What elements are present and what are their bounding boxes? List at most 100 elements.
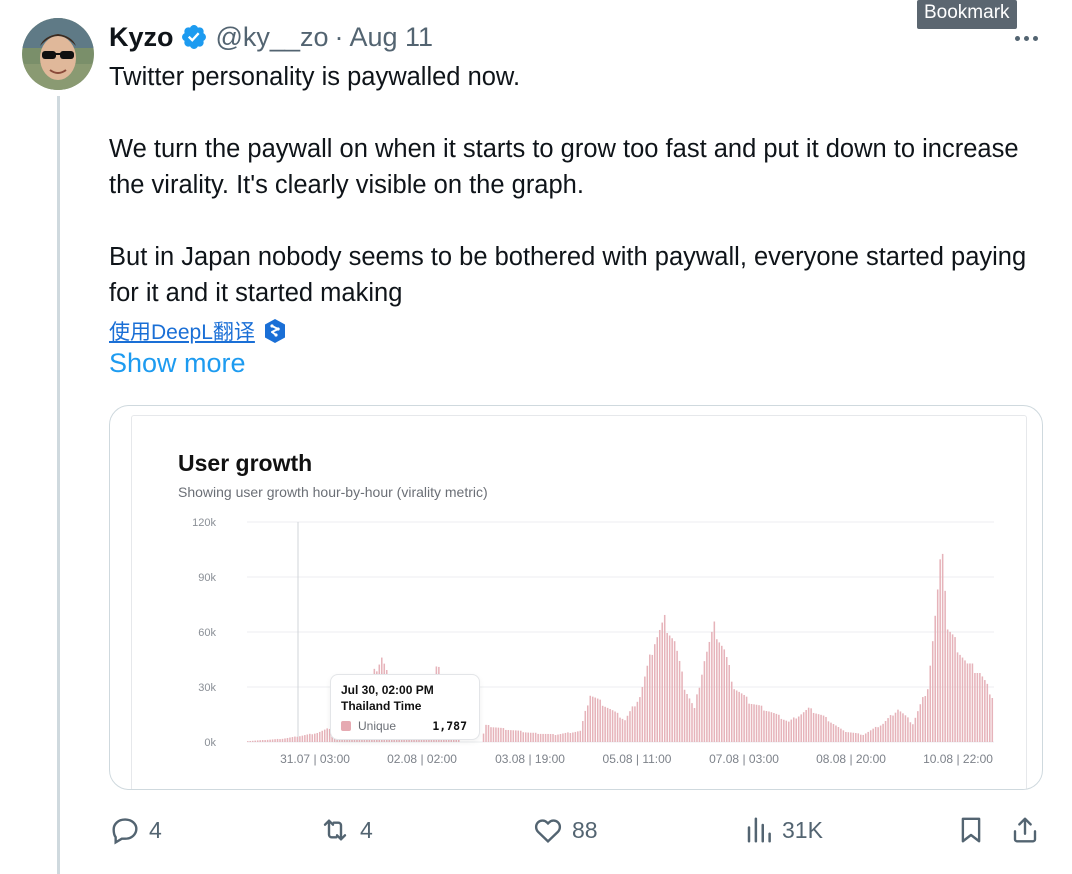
bar[interactable] xyxy=(688,698,691,742)
bar[interactable] xyxy=(663,614,666,742)
bar[interactable] xyxy=(564,732,567,742)
bar[interactable] xyxy=(542,733,544,742)
bar[interactable] xyxy=(989,694,991,742)
bookmark-button[interactable] xyxy=(956,808,986,852)
bar[interactable] xyxy=(845,731,847,742)
bar[interactable] xyxy=(830,722,832,742)
bar[interactable] xyxy=(616,712,619,742)
bar[interactable] xyxy=(725,657,728,742)
bar[interactable] xyxy=(601,705,604,742)
bar[interactable] xyxy=(740,693,743,742)
bar[interactable] xyxy=(904,715,907,742)
bar[interactable] xyxy=(497,727,500,742)
bar[interactable] xyxy=(979,673,981,742)
bar[interactable] xyxy=(884,721,887,742)
bar[interactable] xyxy=(666,633,668,742)
bar[interactable] xyxy=(730,681,733,742)
bar[interactable] xyxy=(922,697,924,742)
bar[interactable] xyxy=(825,716,827,742)
bar[interactable] xyxy=(266,739,269,742)
bar[interactable] xyxy=(969,663,971,742)
bar[interactable] xyxy=(820,714,822,742)
bar[interactable] xyxy=(755,704,758,742)
bar[interactable] xyxy=(907,717,909,742)
bar[interactable] xyxy=(723,649,726,742)
bar[interactable] xyxy=(284,738,286,742)
bar[interactable] xyxy=(815,713,817,742)
bar[interactable] xyxy=(671,638,673,742)
bar[interactable] xyxy=(773,713,775,742)
bar[interactable] xyxy=(701,674,703,742)
bar[interactable] xyxy=(698,687,701,742)
bar[interactable] xyxy=(611,710,614,742)
bar[interactable] xyxy=(629,711,631,742)
bar[interactable] xyxy=(599,699,601,742)
bar[interactable] xyxy=(934,615,936,742)
bar[interactable] xyxy=(966,663,969,742)
bar[interactable] xyxy=(696,694,698,742)
bar[interactable] xyxy=(807,707,810,742)
bar[interactable] xyxy=(577,731,579,742)
bar[interactable] xyxy=(864,733,867,742)
bar[interactable] xyxy=(624,720,626,742)
bar[interactable] xyxy=(651,654,654,742)
bar[interactable] xyxy=(589,695,592,742)
bar[interactable] xyxy=(827,721,830,742)
bar[interactable] xyxy=(251,740,254,742)
bar[interactable] xyxy=(892,715,894,742)
bar[interactable] xyxy=(279,739,281,742)
show-more-link[interactable]: Show more xyxy=(109,348,246,379)
bar[interactable] xyxy=(306,734,309,742)
bar[interactable] xyxy=(276,738,279,742)
bar[interactable] xyxy=(515,730,517,742)
bar[interactable] xyxy=(683,689,686,742)
bar[interactable] xyxy=(902,713,904,742)
bar[interactable] xyxy=(914,717,917,742)
bar[interactable] xyxy=(582,721,584,742)
bar[interactable] xyxy=(758,705,760,742)
bar[interactable] xyxy=(286,737,289,742)
bar[interactable] xyxy=(318,731,321,742)
bar[interactable] xyxy=(579,730,582,742)
bar[interactable] xyxy=(706,651,708,742)
bar[interactable] xyxy=(574,731,577,742)
bar[interactable] xyxy=(738,691,740,742)
bar[interactable] xyxy=(485,724,487,742)
bar[interactable] xyxy=(269,739,271,742)
bar[interactable] xyxy=(668,635,671,742)
bar[interactable] xyxy=(949,631,951,742)
bar[interactable] xyxy=(797,716,800,742)
bar[interactable] xyxy=(936,589,939,742)
bar[interactable] xyxy=(604,706,606,742)
bar[interactable] xyxy=(314,733,316,742)
bar[interactable] xyxy=(802,712,805,742)
bar[interactable] xyxy=(549,733,552,742)
bar[interactable] xyxy=(718,642,721,742)
bar[interactable] xyxy=(867,731,869,742)
bar[interactable] xyxy=(614,711,616,742)
bar[interactable] xyxy=(606,707,609,742)
bar[interactable] xyxy=(519,730,522,742)
bar[interactable] xyxy=(981,676,984,742)
bar[interactable] xyxy=(584,710,587,742)
bar[interactable] xyxy=(619,717,621,742)
bar[interactable] xyxy=(765,710,768,742)
bar[interactable] xyxy=(495,727,497,742)
bar[interactable] xyxy=(847,732,850,742)
bar[interactable] xyxy=(817,714,820,742)
bar[interactable] xyxy=(281,738,284,742)
bar[interactable] xyxy=(649,654,651,742)
bar[interactable] xyxy=(572,732,574,743)
bar[interactable] xyxy=(562,733,564,742)
like-button[interactable]: 88 xyxy=(532,808,598,852)
translate-label[interactable]: 使用DeepL翻译 xyxy=(109,316,255,346)
bar[interactable] xyxy=(658,629,661,742)
bar[interactable] xyxy=(748,703,750,742)
bar[interactable] xyxy=(261,740,264,742)
bar[interactable] xyxy=(944,590,946,742)
bar[interactable] xyxy=(249,740,252,742)
bar[interactable] xyxy=(274,739,276,742)
bar[interactable] xyxy=(837,727,840,742)
verified-badge-icon[interactable] xyxy=(180,23,208,51)
bar[interactable] xyxy=(899,711,902,742)
